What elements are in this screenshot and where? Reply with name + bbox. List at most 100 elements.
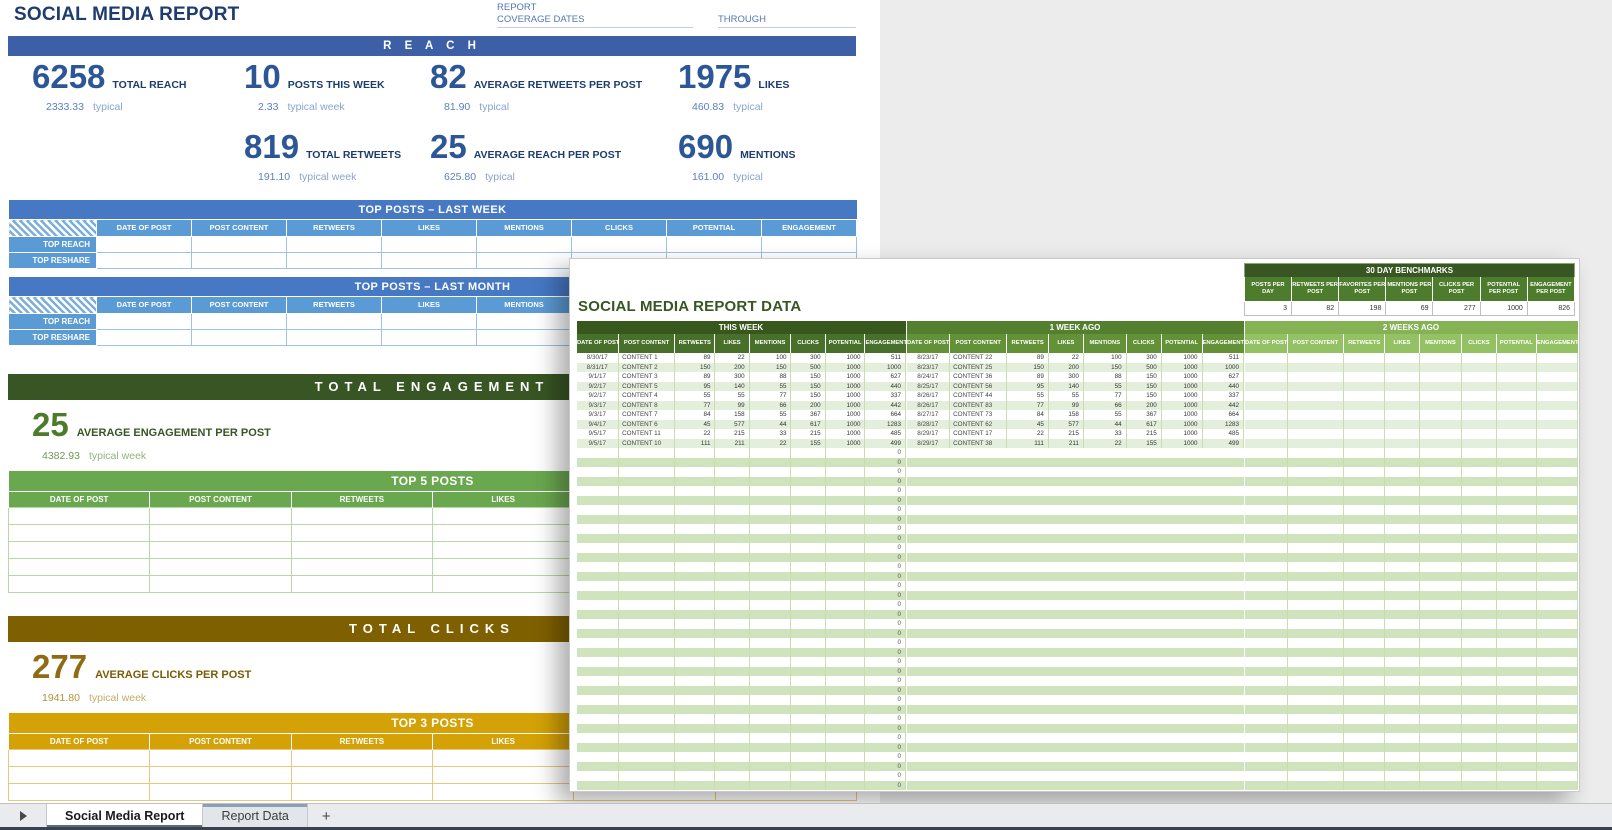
cell[interactable]: 200	[1126, 401, 1161, 411]
cell[interactable]	[9, 750, 150, 767]
cell[interactable]	[749, 676, 791, 686]
cell[interactable]: CONTENT 3	[619, 372, 675, 382]
cell[interactable]	[825, 724, 865, 734]
cell[interactable]	[577, 486, 619, 496]
cell[interactable]	[619, 771, 675, 781]
cell[interactable]	[1245, 638, 1288, 648]
cell[interactable]	[1536, 638, 1577, 648]
cell[interactable]	[1385, 477, 1420, 487]
cell[interactable]	[1419, 714, 1461, 724]
cell[interactable]: 0	[865, 496, 906, 506]
cell[interactable]: 155	[791, 439, 825, 449]
cell[interactable]	[577, 781, 619, 791]
cell[interactable]	[1385, 752, 1420, 762]
cell[interactable]: 84	[1007, 410, 1048, 420]
cell[interactable]	[1385, 410, 1420, 420]
cell[interactable]	[1419, 458, 1461, 468]
cell[interactable]: 0	[865, 657, 906, 667]
cell[interactable]	[1344, 610, 1385, 620]
cell[interactable]: 8/24/17	[907, 372, 950, 382]
cell[interactable]	[1462, 372, 1497, 382]
cell[interactable]	[1496, 363, 1536, 373]
cell[interactable]	[1536, 458, 1577, 468]
cell[interactable]	[907, 781, 1244, 791]
cell[interactable]	[1536, 467, 1577, 477]
cell[interactable]	[1419, 410, 1461, 420]
cell[interactable]	[1462, 695, 1497, 705]
cell[interactable]: 100	[749, 353, 791, 363]
cell[interactable]: 66	[1083, 401, 1126, 411]
cell[interactable]	[715, 771, 749, 781]
cell[interactable]	[1344, 714, 1385, 724]
cell[interactable]	[715, 733, 749, 743]
cell[interactable]: CONTENT 4	[619, 391, 675, 401]
cell[interactable]	[1462, 686, 1497, 696]
cell[interactable]	[1462, 638, 1497, 648]
cell[interactable]	[619, 505, 675, 515]
cell[interactable]	[1462, 629, 1497, 639]
cell[interactable]	[1496, 467, 1536, 477]
cell[interactable]	[1344, 467, 1385, 477]
cell[interactable]	[675, 743, 715, 753]
cell[interactable]: 89	[675, 372, 715, 382]
cell[interactable]: 150	[791, 372, 825, 382]
cell[interactable]	[1419, 477, 1461, 487]
cell[interactable]	[577, 762, 619, 772]
cell[interactable]: 99	[715, 401, 749, 411]
cell[interactable]	[749, 562, 791, 572]
cell[interactable]	[1462, 743, 1497, 753]
cell[interactable]	[675, 714, 715, 724]
cell[interactable]	[1344, 410, 1385, 420]
cell[interactable]: 111	[675, 439, 715, 449]
cell[interactable]: 55	[675, 391, 715, 401]
cell[interactable]	[1245, 420, 1288, 430]
cell[interactable]	[1536, 733, 1577, 743]
cell[interactable]	[825, 600, 865, 610]
cell[interactable]	[619, 695, 675, 705]
cell[interactable]	[150, 542, 291, 559]
cell[interactable]: 0	[865, 676, 906, 686]
tab-social-media-report[interactable]: Social Media Report	[46, 804, 203, 828]
cell[interactable]	[675, 581, 715, 591]
cell[interactable]	[1245, 515, 1288, 525]
cell[interactable]	[675, 686, 715, 696]
cell[interactable]	[907, 762, 1244, 772]
cell[interactable]	[1536, 553, 1577, 563]
cell[interactable]	[1536, 410, 1577, 420]
cell[interactable]	[291, 767, 432, 784]
cell[interactable]	[1245, 363, 1288, 373]
cell[interactable]	[675, 467, 715, 477]
cell[interactable]: 1000	[825, 372, 865, 382]
cell[interactable]: 9/3/17	[577, 410, 619, 420]
cell[interactable]	[1245, 486, 1288, 496]
cell[interactable]	[791, 781, 825, 791]
cell[interactable]	[1287, 353, 1344, 363]
cell[interactable]	[577, 505, 619, 515]
cell[interactable]	[1287, 420, 1344, 430]
cell[interactable]	[1245, 724, 1288, 734]
cell[interactable]	[1287, 477, 1344, 487]
cell[interactable]: 1000	[1161, 391, 1202, 401]
cell[interactable]	[1385, 581, 1420, 591]
cell[interactable]	[1419, 515, 1461, 525]
cell[interactable]	[1344, 771, 1385, 781]
cell[interactable]	[1462, 705, 1497, 715]
cell[interactable]	[907, 676, 1244, 686]
cell[interactable]	[432, 508, 573, 525]
cell[interactable]	[715, 648, 749, 658]
cell[interactable]	[1245, 448, 1288, 458]
cell[interactable]	[150, 508, 291, 525]
cell[interactable]	[1287, 781, 1344, 791]
cell[interactable]: 211	[1048, 439, 1083, 449]
cell[interactable]: 0	[865, 724, 906, 734]
cell[interactable]	[907, 534, 1244, 544]
cell[interactable]	[1496, 610, 1536, 620]
cell[interactable]	[675, 458, 715, 468]
cell[interactable]	[1245, 600, 1288, 610]
benchmark-value-cell[interactable]: 1000	[1480, 302, 1527, 316]
cell[interactable]	[1462, 534, 1497, 544]
cell[interactable]: 442	[1202, 401, 1244, 411]
cell[interactable]	[825, 581, 865, 591]
cell[interactable]	[1496, 667, 1536, 677]
cell[interactable]	[1496, 391, 1536, 401]
